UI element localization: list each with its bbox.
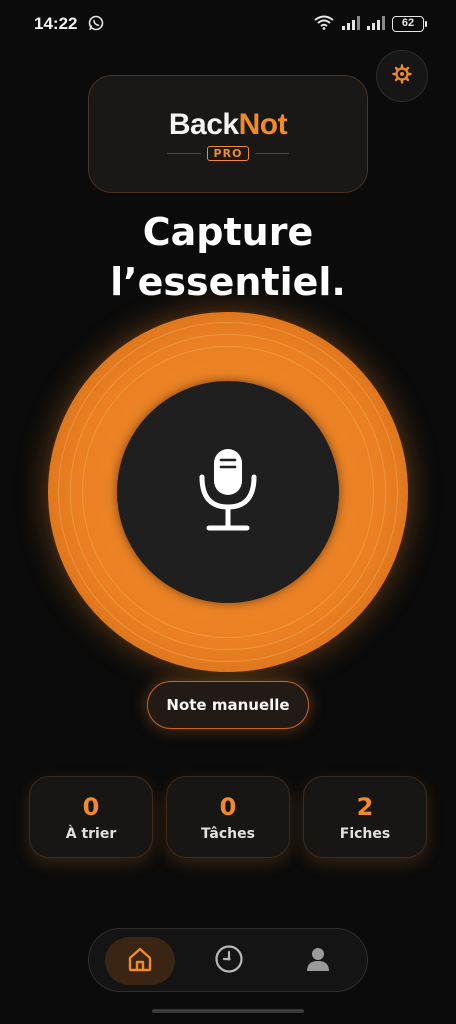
record-button[interactable] [117, 381, 339, 603]
nav-home[interactable] [105, 937, 175, 985]
stat-card-tasks[interactable]: 0 Tâches [166, 776, 290, 858]
wifi-icon [313, 14, 335, 34]
stat-value: 0 [219, 793, 237, 821]
home-icon [126, 945, 154, 977]
divider [255, 152, 290, 154]
logo-subline: PRO [166, 145, 290, 161]
stat-card-to-sort[interactable]: 0 À trier [29, 776, 153, 858]
signal-icon [367, 15, 385, 34]
clock-icon [214, 944, 244, 978]
stats-row: 0 À trier 0 Tâches 2 Fiches [29, 776, 427, 858]
microphone-icon [197, 447, 259, 537]
status-bar: 14:22 62 [0, 0, 456, 52]
stat-label: À trier [65, 826, 117, 842]
status-icons: 62 [313, 14, 427, 34]
headline-line-1: Capture [142, 210, 314, 254]
logo-back-text: Back [168, 107, 239, 141]
signal-icon [342, 15, 360, 34]
home-indicator [152, 1009, 304, 1013]
bottom-nav [88, 928, 368, 992]
divider [166, 152, 201, 154]
status-time: 14:22 [34, 14, 78, 33]
whatsapp-icon [88, 15, 104, 35]
pro-badge: PRO [206, 145, 250, 161]
manual-note-button[interactable]: Note manuelle [147, 681, 309, 729]
settings-button[interactable] [376, 50, 428, 102]
headline: Capture l’essentiel. [0, 207, 456, 307]
nav-profile[interactable] [283, 937, 353, 985]
nav-history[interactable] [194, 937, 264, 985]
stat-value: 0 [82, 793, 100, 821]
stat-card-sheets[interactable]: 2 Fiches [303, 776, 427, 858]
stat-value: 2 [356, 793, 374, 821]
headline-line-2: l’essentiel. [110, 260, 346, 304]
stat-label: Fiches [339, 826, 391, 842]
battery-icon: 62 [392, 16, 427, 32]
stat-label: Tâches [201, 826, 255, 842]
logo-card: BackNot PRO [88, 75, 368, 193]
app-logo: BackNot [168, 107, 288, 142]
logo-not-text: Not [238, 107, 288, 141]
gear-icon [392, 64, 412, 88]
user-icon [304, 945, 332, 977]
